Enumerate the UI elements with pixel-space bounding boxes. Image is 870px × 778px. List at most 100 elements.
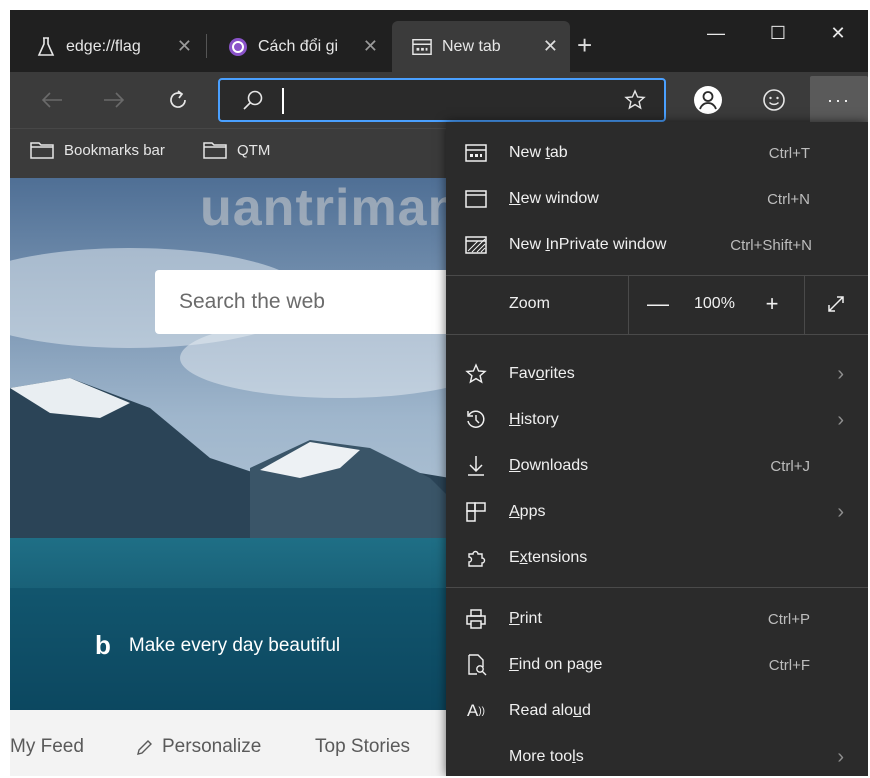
zoom-divider	[628, 276, 629, 334]
menu-item-more-tools[interactable]: More tools ›	[446, 734, 868, 776]
image-caption[interactable]: b Make every day beautiful	[95, 630, 340, 661]
close-tab-icon[interactable]: ✕	[363, 36, 378, 57]
menu-separator	[446, 334, 868, 335]
caption-text: Make every day beautiful	[128, 634, 341, 656]
tab-title: New tab	[442, 37, 501, 55]
close-tab-icon[interactable]: ✕	[177, 36, 192, 57]
forward-arrow-icon	[104, 92, 125, 108]
ellipsis-icon: ···	[827, 89, 851, 110]
menu-item-new-window[interactable]: New window Ctrl+N	[446, 176, 868, 222]
profile-button[interactable]	[690, 82, 726, 118]
menu-label: Extensions	[509, 549, 588, 566]
search-icon	[242, 89, 264, 116]
menu-shortcut: Ctrl+Shift+N	[730, 236, 812, 254]
chevron-right-icon: ›	[837, 408, 844, 431]
profile-icon	[694, 86, 722, 114]
close-tab-icon[interactable]: ✕	[543, 36, 558, 57]
history-icon	[464, 408, 488, 432]
menu-separator	[446, 587, 868, 588]
zoom-divider	[804, 276, 805, 334]
address-bar[interactable]	[218, 78, 666, 122]
menu-shortcut: Ctrl+N	[767, 190, 810, 208]
feed-label: Top Stories	[315, 736, 411, 757]
menu-item-downloads[interactable]: Downloads Ctrl+J	[446, 443, 868, 489]
menu-item-history[interactable]: History ›	[446, 397, 868, 443]
bookmark-label: Bookmarks bar	[64, 141, 165, 159]
folder-icon	[203, 141, 227, 159]
address-input[interactable]	[278, 86, 602, 116]
tab-edge-flags[interactable]: edge://flag ✕	[16, 21, 204, 72]
back-arrow-icon	[41, 92, 62, 108]
tab-strip: edge://flag ✕ Cách đổi gi ✕ New tab ✕ + …	[10, 10, 868, 72]
menu-shortcut: Ctrl+P	[767, 610, 810, 628]
zoom-in-button[interactable]: +	[752, 288, 792, 320]
newtab-icon	[464, 141, 488, 165]
download-icon	[464, 454, 488, 478]
window-icon	[464, 187, 488, 211]
tab-separator	[206, 34, 207, 58]
menu-label: New tab	[509, 144, 568, 161]
zoom-out-button[interactable]: —	[638, 288, 678, 320]
settings-menu: New tab Ctrl+T New window Ctrl+N New InP…	[446, 122, 868, 776]
menu-shortcut: Ctrl+J	[770, 457, 810, 475]
chevron-right-icon: ›	[837, 745, 844, 768]
tab-title: edge://flag	[66, 37, 141, 55]
toolbar: ···	[10, 72, 868, 128]
feed-label: My Feed	[10, 736, 84, 757]
menu-item-apps[interactable]: Apps ›	[446, 489, 868, 535]
tab-new-tab[interactable]: New tab ✕	[392, 21, 570, 72]
feedback-button[interactable]	[756, 82, 792, 118]
menu-label: New InPrivate window	[509, 236, 667, 253]
feed-tab-personalize[interactable]: Personalize	[136, 736, 261, 758]
maximize-button[interactable]: ☐	[748, 10, 808, 56]
menu-shortcut: Ctrl+T	[768, 144, 810, 162]
inprivate-icon	[464, 233, 488, 257]
flask-icon	[36, 36, 56, 57]
read-aloud-icon: A))	[466, 701, 485, 720]
menu-item-extensions[interactable]: Extensions	[446, 535, 868, 581]
settings-and-more-button[interactable]: ···	[810, 76, 868, 124]
fullscreen-button[interactable]	[816, 288, 856, 320]
refresh-icon	[170, 90, 186, 108]
menu-label: More tools	[509, 748, 584, 765]
browser-window: edge://flag ✕ Cách đổi gi ✕ New tab ✕ + …	[10, 10, 868, 776]
find-page-icon	[464, 653, 488, 677]
chevron-right-icon: ›	[837, 500, 844, 523]
menu-label: Print	[509, 610, 542, 627]
new-tab-button[interactable]: +	[577, 32, 592, 58]
menu-label: Downloads	[509, 457, 589, 474]
menu-item-favorites[interactable]: Favorites ›	[446, 351, 868, 397]
bookmark-folder-bookmarks-bar[interactable]: Bookmarks bar	[30, 141, 165, 159]
feed-tab-my-feed[interactable]: My Feed	[10, 736, 84, 758]
refresh-button[interactable]	[160, 82, 196, 118]
back-button[interactable]	[34, 82, 70, 118]
feed-tab-top-stories[interactable]: Top Stories	[315, 736, 410, 758]
menu-item-find-on-page[interactable]: Find on page Ctrl+F	[446, 642, 868, 688]
menu-label: Read aloud	[509, 702, 591, 719]
menu-item-print[interactable]: Print Ctrl+P	[446, 596, 868, 642]
fullscreen-icon	[828, 296, 844, 312]
puzzle-icon	[464, 546, 488, 570]
menu-item-read-aloud[interactable]: A)) Read aloud	[446, 688, 868, 734]
close-window-button[interactable]: ✕	[808, 10, 868, 56]
pencil-icon	[136, 738, 154, 756]
newtab-icon	[412, 37, 432, 57]
menu-shortcut: Ctrl+F	[768, 656, 810, 674]
bookmark-folder-qtm[interactable]: QTM	[203, 141, 270, 159]
tab-cach-doi[interactable]: Cách đổi gi ✕	[208, 21, 390, 72]
menu-label: Apps	[509, 503, 546, 520]
bookmark-label: QTM	[237, 141, 271, 159]
menu-label: History	[509, 411, 559, 428]
search-placeholder: Search the web	[179, 290, 325, 313]
menu-item-new-tab[interactable]: New tab Ctrl+T	[446, 130, 868, 176]
menu-item-new-inprivate-window[interactable]: New InPrivate window Ctrl+Shift+N	[446, 222, 868, 268]
printer-icon	[464, 607, 488, 631]
menu-label: Favorites	[509, 365, 575, 382]
favorite-star-icon[interactable]	[624, 89, 646, 116]
forward-button[interactable]	[96, 82, 132, 118]
minimize-button[interactable]: —	[686, 10, 746, 56]
chevron-right-icon: ›	[837, 362, 844, 385]
feed-label: Personalize	[162, 736, 262, 757]
zoom-level: 100%	[694, 295, 735, 312]
star-icon	[464, 362, 488, 386]
